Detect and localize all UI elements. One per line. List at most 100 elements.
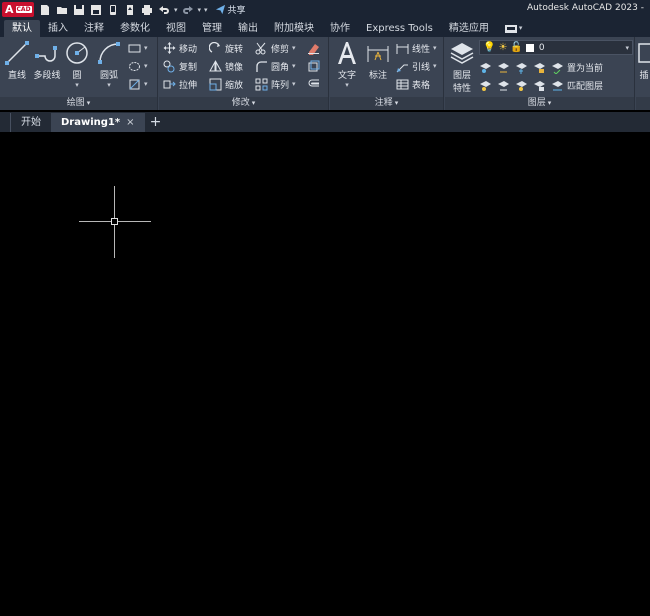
polyline-button[interactable]: 多段线 <box>32 40 62 81</box>
array-dropdown-icon[interactable]: ▾ <box>292 80 296 88</box>
tab-featured-apps[interactable]: 精选应用 <box>441 20 497 37</box>
app-menu-button[interactable]: A CAD <box>2 2 34 17</box>
layer-freeze-icon[interactable] <box>515 61 528 74</box>
hatch-button[interactable]: ▾ <box>128 58 148 74</box>
trim-button[interactable]: 修剪 ▾ <box>255 40 296 56</box>
leader-button[interactable]: 引线 ▾ <box>396 58 437 74</box>
upload-icon[interactable] <box>123 3 137 17</box>
share-button[interactable]: 共享 <box>215 3 246 16</box>
new-drawing-tab-button[interactable]: + <box>145 113 167 132</box>
stretch-icon <box>163 80 176 88</box>
copy-button[interactable]: 复制 <box>163 58 197 74</box>
mirror-label: 镜像 <box>225 62 244 73</box>
dimension-button[interactable]: 标注 <box>364 40 392 81</box>
insert-block-button[interactable]: 插 <box>638 40 650 81</box>
plot-icon[interactable] <box>140 3 154 17</box>
fillet-button[interactable]: 圆角 ▾ <box>255 58 296 74</box>
tab-addins[interactable]: 附加模块 <box>266 20 322 37</box>
tab-drawing1[interactable]: Drawing1* × <box>51 113 145 132</box>
tab-manage[interactable]: 管理 <box>194 20 230 37</box>
erase-button[interactable] <box>307 40 320 56</box>
tab-insert[interactable]: 插入 <box>40 20 76 37</box>
save-icon[interactable] <box>72 3 86 17</box>
annotation-panel-title[interactable]: 注释 ▾ <box>330 97 443 110</box>
close-icon[interactable]: × <box>126 113 134 132</box>
tab-collaborate[interactable]: 协作 <box>322 20 358 37</box>
leader-label: 引线 <box>412 62 431 73</box>
circle-icon <box>66 42 88 64</box>
layer-dropdown[interactable]: 💡 ☀ 🔓 0 ▾ <box>479 40 633 55</box>
linear-label: 线性 <box>412 44 431 55</box>
cursor-pickbox <box>111 218 118 225</box>
scale-button[interactable]: 缩放 <box>209 76 243 92</box>
ribbon-tab-bar: 默认 插入 注释 参数化 视图 管理 输出 附加模块 协作 Express To… <box>0 19 650 37</box>
scale-icon <box>209 78 222 90</box>
layer-isolate-icon[interactable] <box>497 61 510 74</box>
undo-icon[interactable] <box>157 3 171 17</box>
app-logo-letter: A <box>5 3 14 16</box>
make-current-button[interactable]: 置为当前 <box>551 61 603 74</box>
circle-button[interactable]: 圆 ▾ <box>64 40 90 89</box>
mirror-button[interactable]: 镜像 <box>209 58 243 74</box>
ribbon-display-toggle[interactable]: ▾ <box>497 20 531 37</box>
layer-on-all-icon[interactable] <box>479 79 492 92</box>
layer-unisolate-icon[interactable] <box>497 79 510 92</box>
layers-panel-title[interactable]: 图层 ▾ <box>445 97 634 110</box>
trim-dropdown-icon[interactable]: ▾ <box>292 44 296 52</box>
drawing-canvas[interactable] <box>0 132 650 616</box>
tab-output[interactable]: 输出 <box>230 20 266 37</box>
undo-dropdown-icon[interactable]: ▾ <box>174 6 178 14</box>
tab-home[interactable]: 默认 <box>4 20 40 37</box>
tab-parametric[interactable]: 参数化 <box>112 20 158 37</box>
text-button[interactable]: 文字 ▾ <box>334 40 360 89</box>
fillet-dropdown-icon[interactable]: ▾ <box>292 62 296 70</box>
save-as-icon[interactable] <box>89 3 103 17</box>
rectangle-button[interactable]: ▾ <box>128 40 148 56</box>
tab-annotate[interactable]: 注释 <box>76 20 112 37</box>
drawing-tab-label: Drawing1* <box>61 117 121 128</box>
text-dropdown-icon[interactable]: ▾ <box>345 81 349 89</box>
redo-dropdown-icon[interactable]: ▾ <box>198 6 202 14</box>
tab-start[interactable]: 开始 <box>10 113 51 132</box>
open-icon[interactable] <box>55 3 69 17</box>
annotation-panel: 文字 ▾ 标注 线性 ▾ 引线 ▾ 表格 注释 ▾ <box>330 37 444 110</box>
table-icon <box>396 79 409 89</box>
draw-panel-title[interactable]: 绘图 ▾ <box>0 97 157 110</box>
web-mobile-icon[interactable] <box>106 3 120 17</box>
customize-qat-icon[interactable]: ▾ <box>204 6 208 14</box>
stretch-button[interactable]: 拉伸 <box>163 76 197 92</box>
linear-dropdown-icon[interactable]: ▾ <box>433 44 437 52</box>
arc-dropdown-icon[interactable]: ▾ <box>107 81 111 89</box>
layer-properties-button[interactable]: 图层 特性 <box>448 40 476 94</box>
redo-icon[interactable] <box>181 3 195 17</box>
gradient-icon <box>129 79 140 89</box>
line-button[interactable]: 直线 <box>4 40 30 81</box>
offset-button[interactable] <box>307 76 320 92</box>
new-icon[interactable] <box>38 3 52 17</box>
layer-unlock-all-icon[interactable] <box>533 79 546 92</box>
gradient-button[interactable]: ▾ <box>128 76 148 92</box>
modify-panel-title[interactable]: 修改 ▾ <box>159 97 328 110</box>
array-button[interactable]: 阵列 ▾ <box>255 76 296 92</box>
file-tabs-menu[interactable] <box>0 112 10 132</box>
explode-button[interactable] <box>307 58 320 74</box>
linear-dimension-button[interactable]: 线性 ▾ <box>396 40 437 56</box>
rotate-label: 旋转 <box>225 44 244 55</box>
table-button[interactable]: 表格 <box>396 76 430 92</box>
match-layer-button[interactable]: 匹配图层 <box>551 79 603 92</box>
ribbon: 直线 多段线 圆 ▾ 圆弧 ▾ ▾ ▾ ▾ 绘图 ▾ 移动 旋转 修剪 ▾ 复制… <box>0 37 650 110</box>
gradient-dropdown-icon[interactable]: ▾ <box>144 80 148 88</box>
leader-dropdown-icon[interactable]: ▾ <box>433 62 437 70</box>
hatch-dropdown-icon[interactable]: ▾ <box>144 62 148 70</box>
layer-off-icon[interactable] <box>479 61 492 74</box>
layer-lock-icon[interactable] <box>533 61 546 74</box>
move-button[interactable]: 移动 <box>163 40 197 56</box>
insert-panel-title[interactable] <box>636 97 650 110</box>
circle-dropdown-icon[interactable]: ▾ <box>75 81 79 89</box>
rectangle-dropdown-icon[interactable]: ▾ <box>144 44 148 52</box>
arc-button[interactable]: 圆弧 ▾ <box>96 40 122 89</box>
tab-express-tools[interactable]: Express Tools <box>358 20 441 37</box>
rotate-button[interactable]: 旋转 <box>209 40 243 56</box>
layer-thaw-all-icon[interactable] <box>515 79 528 92</box>
tab-view[interactable]: 视图 <box>158 20 194 37</box>
